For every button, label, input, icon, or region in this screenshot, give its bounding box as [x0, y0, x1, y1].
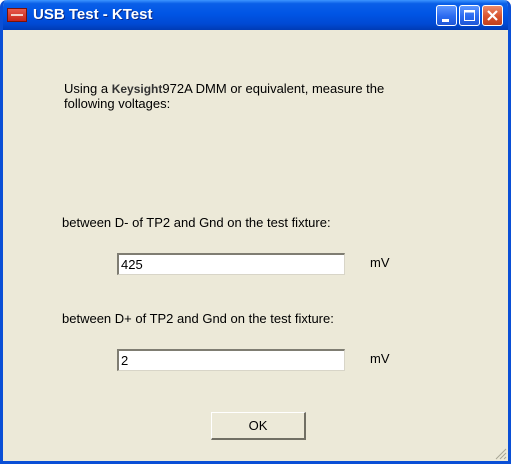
instrument-model: 972A	[162, 81, 193, 96]
d-minus-unit: mV	[370, 255, 390, 270]
measurement-label-d-plus: between D+ of TP2 and Gnd on the test fi…	[62, 311, 334, 326]
d-minus-voltage-input[interactable]	[117, 253, 345, 275]
d-plus-unit: mV	[370, 351, 390, 366]
ok-button[interactable]: OK	[211, 412, 306, 440]
close-icon	[487, 10, 498, 21]
close-button[interactable]	[482, 5, 503, 26]
instruction-rest: DMM or equivalent, measure the	[192, 81, 385, 96]
resize-grip-icon[interactable]	[494, 447, 507, 460]
window-title: USB Test - KTest	[33, 6, 153, 23]
brand-name: Keysight	[111, 82, 163, 96]
minimize-button[interactable]	[436, 5, 457, 26]
maximize-button[interactable]	[459, 5, 480, 26]
app-icon	[7, 8, 27, 22]
measurement-label-d-minus: between D- of TP2 and Gnd on the test fi…	[62, 215, 331, 230]
minimize-icon	[442, 19, 449, 22]
maximize-icon	[464, 10, 475, 21]
d-plus-voltage-input[interactable]	[117, 349, 345, 371]
instruction-line-2: following voltages:	[64, 96, 171, 111]
dialog-window: USB Test - KTest Using a Keysight972A DM…	[0, 0, 511, 464]
instruction-line-1: Using a Keysight972A DMM or equivalent, …	[64, 81, 384, 96]
instruction-prefix: Using a	[64, 81, 112, 96]
title-bar[interactable]: USB Test - KTest	[3, 0, 508, 30]
